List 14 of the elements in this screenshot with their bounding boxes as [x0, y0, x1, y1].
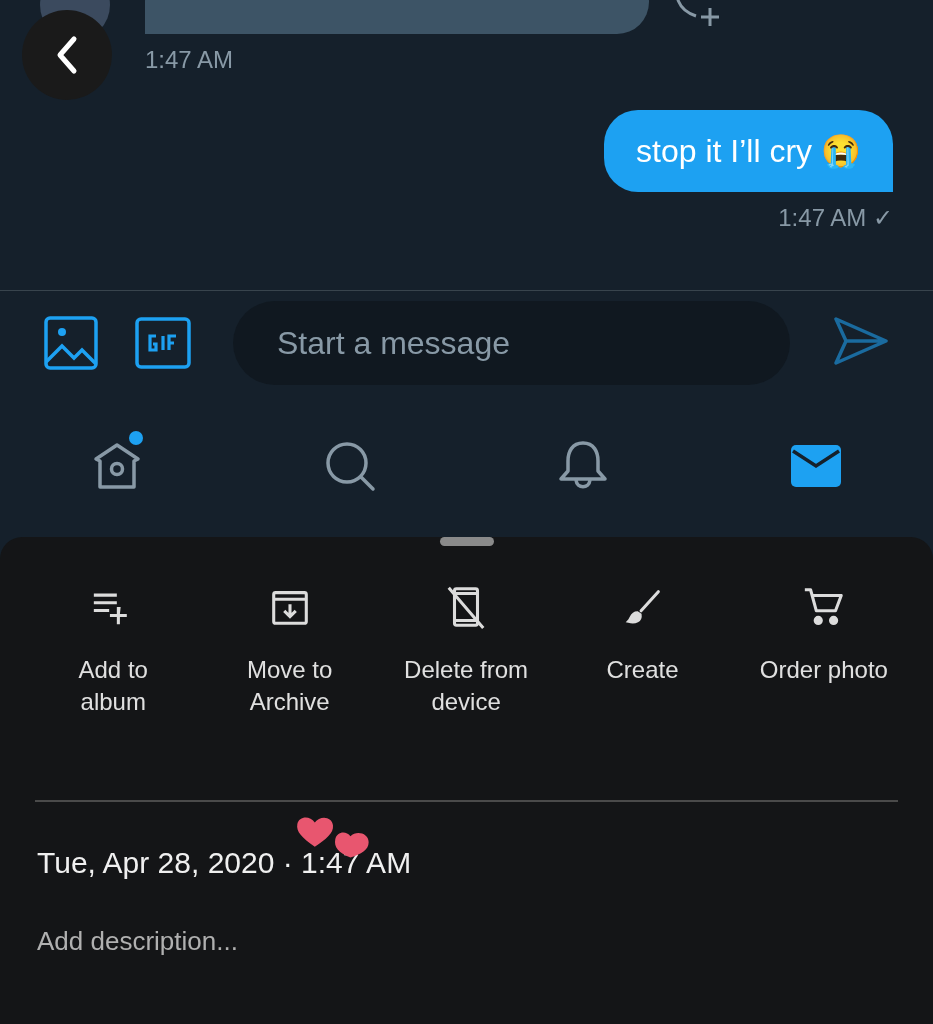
drag-handle[interactable] [439, 537, 494, 546]
action-button[interactable]: Order photo [730, 584, 917, 718]
action-button[interactable]: Delete from device [377, 584, 555, 718]
gif-icon[interactable] [135, 317, 191, 369]
message-field[interactable]: Start a message [233, 301, 790, 385]
message-time: 1:47 AM ✓ [778, 204, 893, 232]
send-icon[interactable] [834, 317, 888, 365]
action-button[interactable]: Create [554, 584, 731, 718]
description-field[interactable]: Add description... [37, 926, 537, 957]
action-button[interactable]: Move to Archive [201, 584, 378, 718]
message-time: 1:47 AM [145, 46, 234, 74]
message-bubble: stop it I’ll cry 😭 [604, 110, 893, 192]
image-icon[interactable] [44, 316, 98, 370]
action-button[interactable]: Add to album [25, 584, 202, 718]
